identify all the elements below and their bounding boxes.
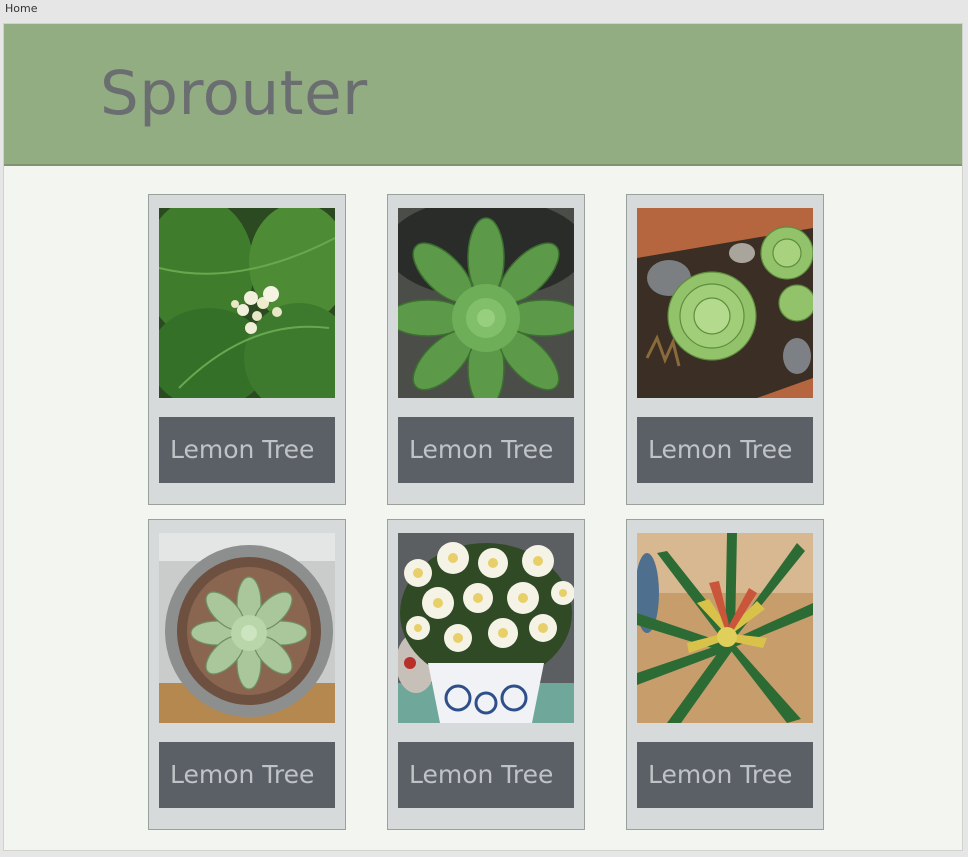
plant-card[interactable]: Lemon Tree — [387, 519, 585, 830]
plant-name[interactable]: Lemon Tree — [637, 742, 813, 808]
app-header: Sprouter — [4, 24, 962, 166]
plant-photo[interactable] — [159, 533, 335, 723]
succulent-image — [398, 208, 574, 398]
plant-name[interactable]: Lemon Tree — [398, 742, 574, 808]
plant-name[interactable]: Lemon Tree — [159, 742, 335, 808]
plant-name[interactable]: Lemon Tree — [159, 417, 335, 483]
lemon-leaves-image — [159, 208, 335, 398]
plant-photo[interactable] — [159, 208, 335, 398]
tab-home[interactable]: Home — [5, 2, 37, 16]
plant-card[interactable]: Lemon Tree — [148, 519, 346, 830]
planter-succulents-image — [637, 208, 813, 398]
plant-card[interactable]: Lemon Tree — [387, 194, 585, 505]
plant-name[interactable]: Lemon Tree — [398, 417, 574, 483]
app-canvas: Sprouter Lemon Tree Lemon Tree Lemon Tre… — [3, 23, 963, 851]
tab-bar: Home — [0, 0, 968, 20]
plant-photo[interactable] — [637, 533, 813, 723]
plant-photo[interactable] — [637, 208, 813, 398]
bromeliad-image — [637, 533, 813, 723]
plant-photo[interactable] — [398, 533, 574, 723]
chrysanthemum-image — [398, 533, 574, 723]
plant-card[interactable]: Lemon Tree — [148, 194, 346, 505]
plant-card[interactable]: Lemon Tree — [626, 519, 824, 830]
bowl-succulent-image — [159, 533, 335, 723]
plant-card[interactable]: Lemon Tree — [626, 194, 824, 505]
app-title: Sprouter — [100, 58, 368, 129]
plant-photo[interactable] — [398, 208, 574, 398]
plant-name[interactable]: Lemon Tree — [637, 417, 813, 483]
